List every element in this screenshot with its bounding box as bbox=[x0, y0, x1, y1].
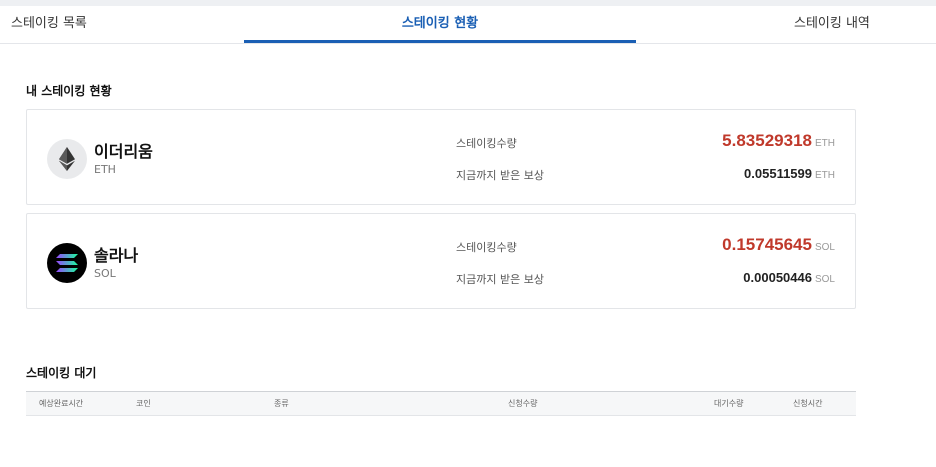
solana-icon bbox=[47, 243, 87, 283]
tab-staking-list[interactable]: 스테이킹 목록 bbox=[11, 6, 87, 44]
column-header[interactable]: 신청수량 bbox=[508, 392, 537, 416]
coin-name: 이더리움 bbox=[94, 142, 153, 161]
reward-label: 지금까지 받은 보상 bbox=[456, 273, 544, 286]
column-header[interactable]: 대기수량 bbox=[714, 392, 743, 416]
staked-amount-label: 스테이킹수량 bbox=[456, 137, 517, 150]
reward-amount: 0.05511599 ETH bbox=[744, 166, 835, 181]
coin-symbol: ETH bbox=[94, 163, 116, 176]
column-header[interactable]: 코인 bbox=[136, 392, 151, 416]
unit-label: ETH bbox=[815, 138, 835, 149]
staking-waiting-title: 스테이킹 대기 bbox=[26, 366, 97, 380]
reward-amount: 0.00050446 SOL bbox=[743, 270, 835, 285]
column-header[interactable]: 예상완료시간 bbox=[39, 392, 83, 416]
reward-label: 지금까지 받은 보상 bbox=[456, 169, 544, 182]
column-header[interactable]: 신청시간 bbox=[793, 392, 822, 416]
staked-amount-value: 0.15745645 bbox=[722, 235, 812, 254]
tab-staking-status[interactable]: 스테이킹 현황 bbox=[244, 6, 636, 44]
active-tab-indicator bbox=[244, 40, 636, 43]
unit-label: SOL bbox=[814, 274, 835, 285]
ethereum-icon bbox=[47, 139, 87, 179]
waiting-table-header: 예상완료시간 코인 종류 신청수량 대기수량 신청시간 bbox=[26, 391, 856, 416]
staked-amount-label: 스테이킹수량 bbox=[456, 241, 517, 254]
my-staking-title: 내 스테이킹 현황 bbox=[26, 84, 112, 98]
tab-bar: 스테이킹 목록 스테이킹 현황 스테이킹 내역 bbox=[0, 6, 936, 44]
reward-amount-value: 0.05511599 bbox=[744, 166, 812, 181]
staked-amount: 0.15745645 SOL bbox=[722, 235, 835, 255]
staking-card-eth: 이더리움 ETH 스테이킹수량 지금까지 받은 보상 5.83529318 ETH… bbox=[26, 109, 856, 205]
staking-card-sol: 솔라나 SOL 스테이킹수량 지금까지 받은 보상 0.15745645 SOL … bbox=[26, 213, 856, 309]
coin-name: 솔라나 bbox=[94, 246, 139, 265]
staked-amount: 5.83529318 ETH bbox=[722, 131, 835, 151]
unit-label: SOL bbox=[814, 242, 835, 253]
tab-staking-history[interactable]: 스테이킹 내역 bbox=[794, 6, 870, 44]
coin-symbol: SOL bbox=[94, 267, 116, 280]
staked-amount-value: 5.83529318 bbox=[722, 131, 812, 150]
reward-amount-value: 0.00050446 bbox=[743, 270, 812, 285]
column-header[interactable]: 종류 bbox=[274, 392, 289, 416]
unit-label: ETH bbox=[815, 170, 835, 181]
